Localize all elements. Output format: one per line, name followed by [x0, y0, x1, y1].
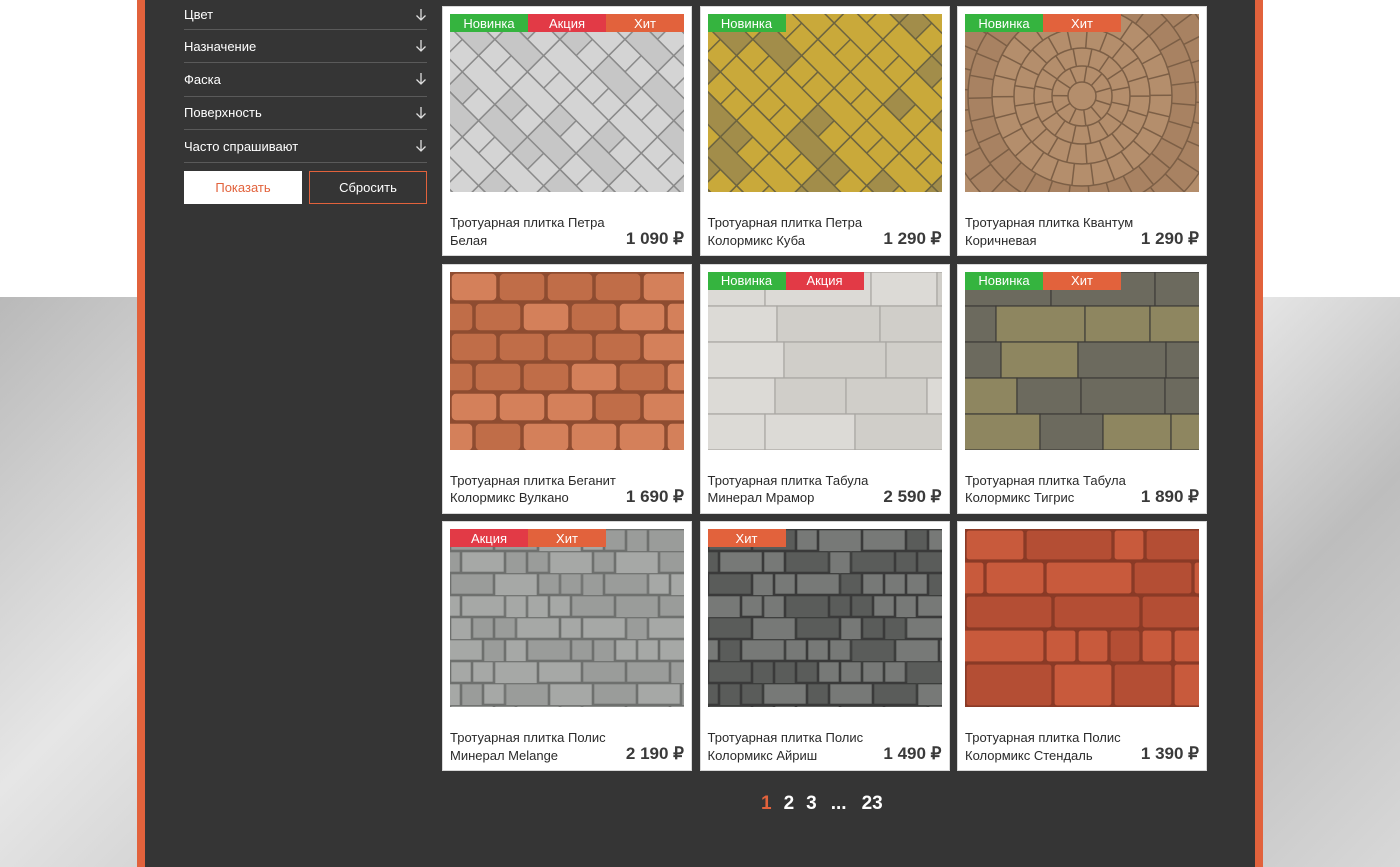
product-card[interactable]: Новинка Хит Тротуарная плитка Квантум Кори…: [957, 6, 1207, 256]
arrow-down-icon: [415, 39, 427, 53]
new-badge: Новинка: [707, 271, 786, 290]
product-image[interactable]: Хит: [707, 529, 942, 707]
new-badge: Новинка: [965, 271, 1043, 290]
sale-badge: Акция: [785, 271, 864, 290]
filter-1[interactable]: Назначение: [184, 30, 427, 64]
product-title[interactable]: Тротуарная плитка Квантум Коричневая: [965, 214, 1135, 249]
hit-badge: Хит: [1043, 271, 1121, 290]
product-title[interactable]: Тротуарная плитка Петра Колормикс Куба: [708, 214, 878, 249]
product-card[interactable]: Новинка Акция Хит Тротуарная плитка Петра Б…: [442, 6, 692, 256]
filter-list: Цвет Назначение Фаска Поверхность Часто спра…: [184, 0, 427, 164]
pagination: 1 2 3... 23: [755, 793, 889, 815]
filter-4[interactable]: Часто спрашивают: [184, 130, 427, 164]
arrow-down-icon: [415, 8, 427, 22]
product-card[interactable]: Тротуарная плитка Полис Колормикс Стенда…: [957, 521, 1207, 771]
product-image[interactable]: Новинка Акция: [707, 271, 942, 450]
product-card[interactable]: Хит Тротуарная плитка Полис Колормикс Айр…: [699, 521, 950, 771]
new-badge: Новинка: [450, 14, 528, 32]
badge-group: Новинка Хит: [965, 271, 1121, 290]
hit-badge: Хит: [606, 14, 684, 32]
product-price: 1 890 ₽: [1140, 486, 1199, 506]
product-image[interactable]: Новинка Хит: [965, 271, 1199, 450]
new-badge: Новинка: [965, 14, 1043, 32]
badge-group: Новинка Акция Хит: [450, 14, 684, 32]
product-price: 1 690 ₽: [625, 486, 684, 506]
product-title[interactable]: Тротуарная плитка Табула Колормикс Тигри…: [965, 472, 1135, 507]
product-image[interactable]: Новинка Хит: [965, 14, 1199, 192]
product-title[interactable]: Тротуарная плитка Петра Белая: [450, 214, 620, 249]
page-link-2[interactable]: 2: [778, 793, 801, 815]
product-title[interactable]: Тротуарная плитка Беганит Колормикс Вулк…: [450, 472, 620, 507]
filter-label: Часто спрашивают: [184, 138, 299, 154]
product-image[interactable]: Новинка Акция Хит: [450, 14, 684, 192]
hit-badge: Хит: [707, 529, 786, 547]
page-link-1[interactable]: 1: [755, 793, 778, 815]
product-title[interactable]: Тротуарная плитка Табула Минерал Мрамор: [708, 472, 878, 507]
product-card[interactable]: Акция Хит Тротуарная плитка Полис Минерал …: [442, 521, 692, 771]
filter-3[interactable]: Поверхность: [184, 97, 427, 130]
badge-group: Новинка Хит: [965, 14, 1121, 32]
product-price: 2 190 ₽: [625, 744, 684, 763]
filter-2[interactable]: Фаска: [184, 63, 427, 97]
badge-group: Новинка Акция: [707, 271, 864, 290]
hit-badge: Хит: [1043, 14, 1121, 32]
product-image[interactable]: Акция Хит: [450, 529, 684, 707]
product-title[interactable]: Тротуарная плитка Полис Колормикс Айриш: [708, 729, 878, 764]
badge-group: Новинка: [707, 14, 786, 32]
page-link-3[interactable]: 3: [800, 793, 823, 815]
product-image[interactable]: [965, 529, 1199, 707]
filter-sidebar: Цвет Назначение Фаска Поверхность Часто спра…: [184, 0, 427, 205]
arrow-down-icon: [415, 139, 427, 153]
sale-badge: Акция: [450, 529, 528, 547]
product-card[interactable]: Тротуарная плитка Беганит Колормикс Вулк…: [442, 263, 692, 514]
filter-0[interactable]: Цвет: [184, 0, 427, 30]
filter-actions: Показать Сбросить: [184, 171, 427, 205]
arrow-down-icon: [415, 72, 427, 86]
hit-badge: Хит: [528, 529, 606, 547]
pagination-ellipsis: ...: [830, 793, 847, 814]
badge-group: Акция Хит: [450, 529, 606, 547]
product-title[interactable]: Тротуарная плитка Полис Колормикс Стенда…: [965, 729, 1135, 764]
product-card[interactable]: Новинка Тротуарная плитка Петра Колормикс…: [699, 6, 950, 256]
badge-group: Хит: [707, 529, 786, 547]
filter-label: Назначение: [184, 38, 257, 54]
reset-button[interactable]: Сбросить: [309, 171, 427, 205]
product-price: 1 090 ₽: [625, 229, 684, 248]
arrow-down-icon: [415, 106, 427, 120]
product-price: 1 490 ₽: [883, 744, 942, 763]
show-button[interactable]: Показать: [184, 171, 302, 205]
product-title[interactable]: Тротуарная плитка Полис Минерал Melange: [450, 729, 620, 764]
product-price: 2 590 ₽: [883, 486, 942, 506]
product-card[interactable]: Новинка Акция Тротуарная плитка Табула Мин…: [699, 263, 950, 514]
product-image[interactable]: [450, 271, 684, 450]
product-card[interactable]: Новинка Хит Тротуарная плитка Табула Колор…: [957, 263, 1207, 514]
filter-label: Поверхность: [184, 105, 262, 121]
product-price: 1 390 ₽: [1140, 744, 1199, 763]
product-price: 1 290 ₽: [1140, 229, 1199, 248]
filter-label: Фаска: [184, 71, 221, 87]
filter-label: Цвет: [184, 7, 214, 22]
product-price: 1 290 ₽: [883, 229, 942, 248]
page-link-23[interactable]: 23: [856, 793, 889, 815]
new-badge: Новинка: [707, 14, 786, 32]
sale-badge: Акция: [528, 14, 606, 32]
product-image[interactable]: Новинка: [707, 14, 942, 192]
